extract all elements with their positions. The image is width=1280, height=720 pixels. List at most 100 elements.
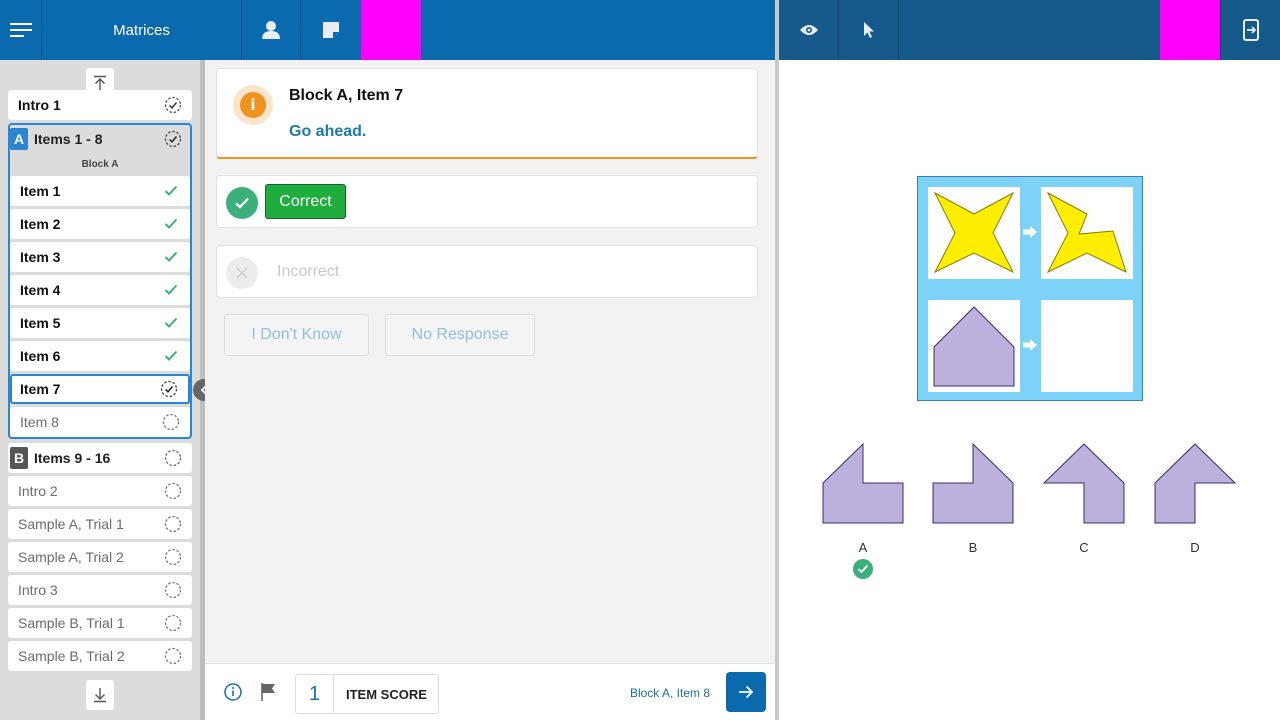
info-outline-button[interactable] (224, 683, 242, 706)
sidebar-item-item-5[interactable]: Item 5 (10, 308, 190, 338)
item-score-box: 1 ITEM SCORE (295, 674, 439, 714)
magenta-marker (361, 0, 421, 60)
scroll-bottom-button[interactable] (86, 680, 114, 710)
sidebar-item-label: Sample A, Trial 1 (18, 516, 124, 532)
option-d-label: D (1190, 540, 1200, 555)
option-a-label: A (858, 540, 868, 555)
in-progress-icon (160, 380, 178, 398)
not-started-icon (164, 515, 182, 533)
option-b-shape[interactable] (932, 442, 1014, 530)
pointer-button[interactable] (839, 0, 899, 60)
no-response-button[interactable]: No Response (385, 314, 535, 356)
sidebar-item-label: Intro 3 (18, 582, 58, 598)
magenta-marker-right (1160, 0, 1220, 60)
dont-know-button[interactable]: I Don't Know (224, 314, 369, 356)
pane-divider[interactable] (775, 0, 779, 720)
right-toolbar (779, 0, 1280, 60)
arrow-right-icon (739, 685, 754, 699)
sidebar-item-intro-2[interactable]: Intro 2 (8, 476, 192, 506)
item-score-value: 1 (296, 675, 334, 713)
not-started-icon (164, 614, 182, 632)
matrix-cell-bottom-left (928, 300, 1020, 392)
note-icon (323, 22, 339, 38)
not-started-icon (162, 413, 180, 431)
checkmark-icon (162, 281, 180, 299)
switch-device-button[interactable] (1220, 0, 1280, 60)
arrow-right-small-icon (1022, 225, 1038, 244)
matrix-cell-answer-blank (1041, 300, 1133, 392)
menu-button[interactable] (0, 0, 42, 60)
not-started-icon (164, 647, 182, 665)
star-cut-shape (1046, 191, 1127, 274)
checkmark-icon (162, 347, 180, 365)
sidebar-item-intro-3[interactable]: Intro 3 (8, 575, 192, 605)
bottom-bar: 1 ITEM SCORE Block A, Item 8 (205, 663, 775, 720)
sidebar-item-item-4[interactable]: Item 4 (10, 275, 190, 305)
sidebar-item-label: Item 4 (20, 282, 61, 298)
block-a-subtitle: Block A (81, 159, 119, 170)
info-outline-icon (224, 683, 242, 701)
sidebar-item-label: Intro 2 (18, 483, 58, 499)
next-item-label: Block A, Item 8 (629, 686, 710, 700)
option-a-shape[interactable] (822, 442, 904, 530)
not-started-icon (164, 548, 182, 566)
incorrect-button[interactable]: Incorrect (277, 263, 339, 281)
sidebar-item-label: Item 3 (20, 249, 61, 265)
assessment-title: Matrices (113, 21, 170, 39)
sidebar-item-label: Item 8 (20, 414, 59, 430)
sidebar-item-label: Sample B, Trial 2 (18, 648, 125, 664)
option-c-label: C (1079, 540, 1089, 555)
sidebar-item-intro-1[interactable]: Intro 1 (8, 90, 192, 120)
sidebar-item-item-8[interactable]: Item 8 (10, 407, 190, 437)
flag-button[interactable] (260, 682, 278, 707)
assessment-title-area: Matrices (42, 0, 242, 60)
check-circle-icon (226, 187, 258, 219)
not-started-icon (164, 581, 182, 599)
sidebar-item-label: Item 7 (20, 381, 61, 397)
checkmark-icon (162, 314, 180, 332)
item-info-card: i Block A, Item 7 Go ahead. (216, 68, 758, 159)
sidebar-item-label: Sample B, Trial 1 (18, 615, 125, 631)
notes-button[interactable] (301, 0, 361, 60)
option-c-shape[interactable] (1042, 443, 1125, 530)
sidebar-item-item-2[interactable]: Item 2 (10, 209, 190, 239)
item-score-label: ITEM SCORE (346, 686, 427, 702)
block-a-title: Items 1 - 8 (34, 131, 103, 147)
sidebar-item-item-6[interactable]: Item 6 (10, 341, 190, 371)
preview-button[interactable] (779, 0, 839, 60)
sidebar-item-item-3[interactable]: Item 3 (10, 242, 190, 272)
sidebar-item-item-7[interactable]: Item 7 (10, 374, 190, 404)
sidebar-item-sample-b-trial-1[interactable]: Sample B, Trial 1 (8, 608, 192, 638)
sidebar-item-sample-a-trial-1[interactable]: Sample A, Trial 1 (8, 509, 192, 539)
sidebar-item-label: Sample A, Trial 2 (18, 549, 124, 565)
info-icon-ring: i (233, 85, 273, 125)
star-shape (933, 191, 1015, 274)
block-b-badge: B (10, 447, 28, 469)
arrow-right-small-icon (1022, 338, 1038, 357)
selected-answer-check-icon (853, 559, 873, 579)
incorrect-response-row: Incorrect (216, 245, 758, 298)
matrix-cell-top-right (1041, 187, 1133, 279)
matrix-cell-top-left (928, 187, 1020, 279)
sidebar-item-sample-a-trial-2[interactable]: Sample A, Trial 2 (8, 542, 192, 572)
option-d-shape[interactable] (1154, 443, 1237, 530)
item-message: Go ahead. (289, 123, 367, 140)
examinee-button[interactable] (242, 0, 301, 60)
sidebar-item-label: Item 1 (20, 183, 61, 199)
sidebar-item-label: Item 2 (20, 216, 61, 232)
cursor-icon (863, 22, 874, 38)
info-icon: i (240, 92, 266, 118)
block-a-header[interactable]: A Items 1 - 8 (8, 124, 192, 154)
correct-button[interactable]: Correct (265, 184, 346, 219)
sidebar: Intro 1 A Items 1 - 8 Block A Item 1 Item… (0, 60, 200, 720)
block-b-header[interactable]: B Items 9 - 16 (8, 443, 192, 473)
block-b-title: Items 9 - 16 (34, 450, 111, 466)
checkmark-icon (162, 215, 180, 233)
device-switch-icon (1242, 19, 1259, 41)
sidebar-item-label: Intro 1 (18, 97, 61, 113)
person-icon (262, 21, 280, 39)
sidebar-item-item-1[interactable]: Item 1 (10, 176, 190, 206)
left-toolbar: Matrices (0, 0, 775, 60)
sidebar-item-sample-b-trial-2[interactable]: Sample B, Trial 2 (8, 641, 192, 671)
next-button[interactable] (726, 672, 766, 712)
